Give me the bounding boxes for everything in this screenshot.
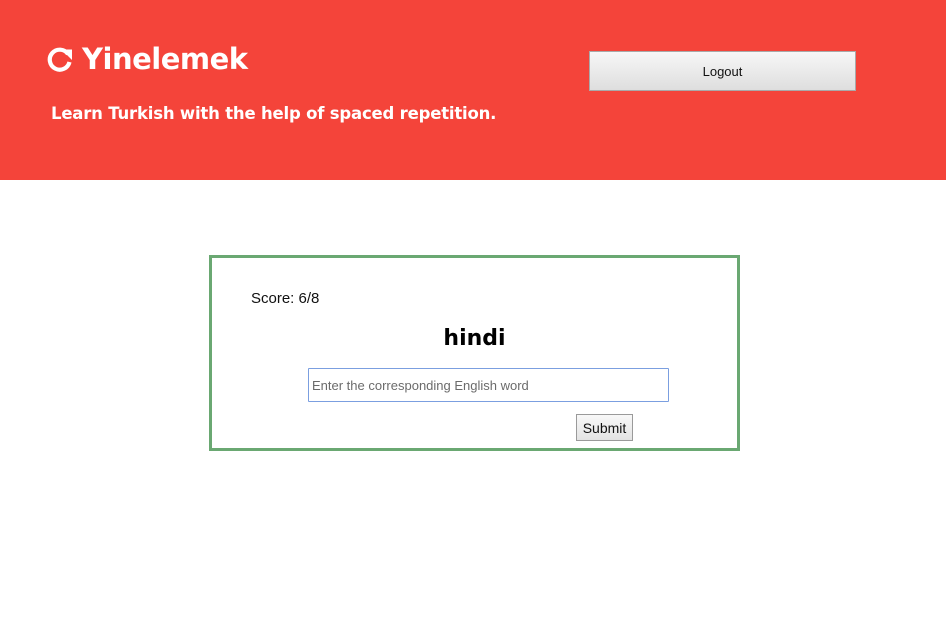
quiz-card: Score: 6/8 hindi Submit xyxy=(209,255,740,451)
logout-button[interactable]: Logout xyxy=(589,51,856,91)
score-text: Score: 6/8 xyxy=(251,290,320,307)
turkish-word: hindi xyxy=(443,326,506,351)
header-banner: Yinelemek Learn Turkish with the help of… xyxy=(0,0,946,180)
answer-input[interactable] xyxy=(308,368,669,402)
tagline: Learn Turkish with the help of spaced re… xyxy=(51,104,497,123)
refresh-icon xyxy=(46,45,74,73)
app-title: Yinelemek xyxy=(82,42,248,76)
submit-button[interactable]: Submit xyxy=(576,414,633,441)
brand: Yinelemek xyxy=(46,42,248,76)
